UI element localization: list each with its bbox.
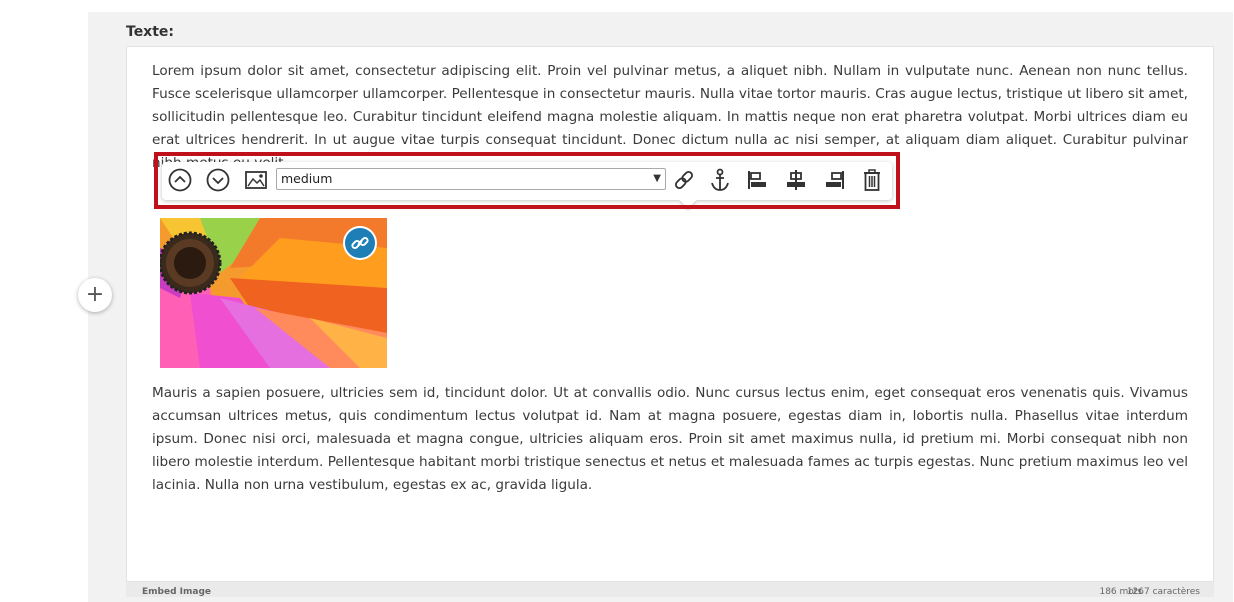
toolbar-highlight-box [154, 152, 900, 209]
character-count: 1267 caractères [1126, 587, 1200, 597]
link-icon [351, 236, 369, 250]
add-block-button[interactable]: + [78, 278, 112, 312]
text-paragraph-2[interactable]: Mauris a sapien posuere, ultricies sem i… [152, 382, 1188, 497]
statusbar-context: Embed Image [142, 587, 211, 597]
field-label: Texte: [126, 24, 175, 40]
image-link-badge[interactable] [343, 226, 377, 260]
editor-statusbar: Embed Image 186 mots 1267 caractères [126, 582, 1214, 597]
